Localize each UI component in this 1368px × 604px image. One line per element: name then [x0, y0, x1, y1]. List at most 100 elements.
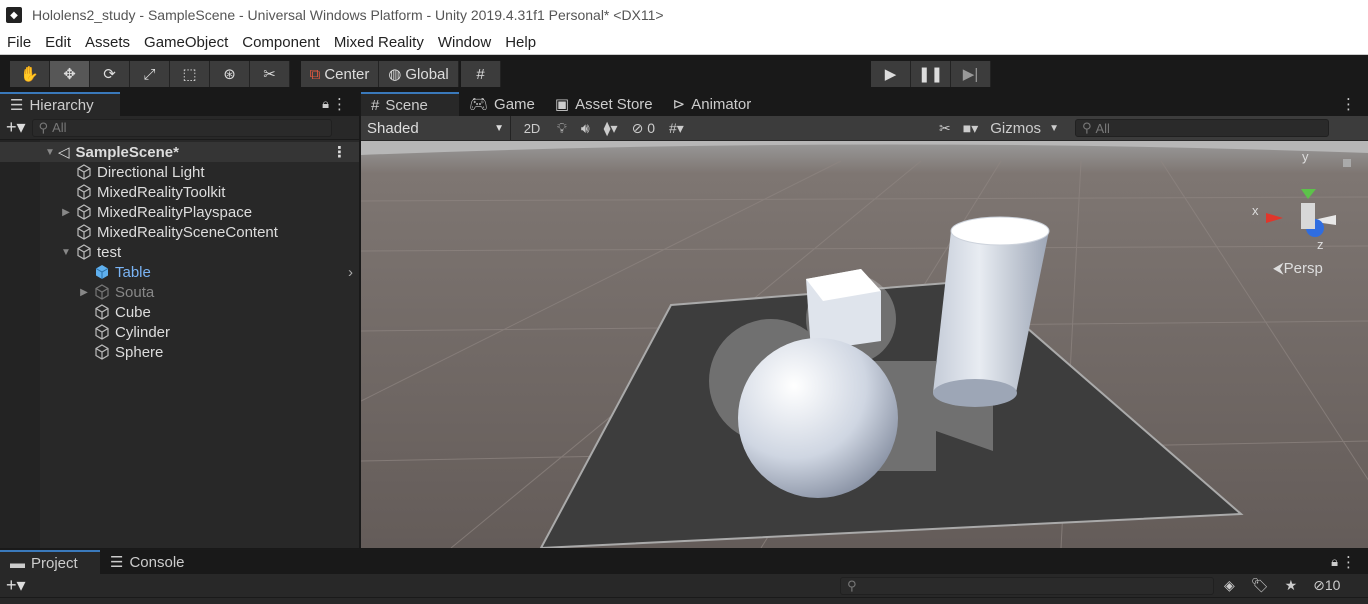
shading-mode-dropdown[interactable]: Shaded ▼	[361, 116, 511, 140]
scene-viewport[interactable]: y x z ⮜Persp	[361, 141, 1368, 548]
projection-persp-label[interactable]: ⮜Persp	[1273, 260, 1323, 277]
tree-item-cylinder[interactable]: Cylinder	[0, 322, 359, 342]
menu-assets[interactable]: Assets	[78, 34, 137, 51]
search-icon: ⚲	[1081, 120, 1092, 135]
gizmo-y-label: y	[1302, 149, 1309, 164]
kebab-menu-icon[interactable]: ⋮	[1341, 95, 1356, 113]
step-icon[interactable]: ▶|	[951, 61, 991, 87]
menu-window[interactable]: Window	[431, 34, 498, 51]
hand-tool-icon[interactable]: ✋	[10, 61, 50, 87]
grid-toggle-icon[interactable]: #▾	[669, 120, 684, 137]
move-tool-icon[interactable]: ✥	[50, 61, 90, 87]
collapsed-arrow-icon[interactable]: ▶	[60, 207, 72, 218]
grid-snap-icon[interactable]: #	[461, 61, 501, 87]
create-plus-icon[interactable]: +▾	[6, 117, 26, 138]
filter-label-icon[interactable]: 🏷︎	[1251, 577, 1269, 594]
tree-item-label: Souta	[115, 283, 155, 301]
tab-asset-store[interactable]: ▣ Asset Store	[545, 92, 663, 116]
tab-animator[interactable]: ⊳ Animator	[663, 92, 762, 116]
tree-item-directional-light[interactable]: Directional Light	[0, 162, 359, 182]
tab-console[interactable]: ☰ Console	[100, 550, 195, 574]
tree-item-table[interactable]: Table ›	[0, 262, 359, 282]
tree-item-sphere[interactable]: Sphere	[0, 342, 359, 362]
menu-help[interactable]: Help	[498, 34, 543, 51]
tab-project[interactable]: ▬ Project	[0, 550, 100, 574]
tab-scene[interactable]: # Scene	[361, 92, 459, 116]
2d-toggle-button[interactable]: 2D	[517, 118, 547, 138]
kebab-menu-icon[interactable]: ⋮	[1341, 553, 1356, 571]
rect-tool-icon[interactable]: ⬚	[170, 61, 210, 87]
menu-gameobject[interactable]: GameObject	[137, 34, 235, 51]
project-panel: ▬ Project ☰ Console 🔒︎ ⋮ +▾ ⚲ ◈ 🏷︎ ★ ⊘10	[0, 549, 1368, 604]
menu-mixed-reality[interactable]: Mixed Reality	[327, 34, 431, 51]
scene-name: SampleScene*	[75, 143, 179, 161]
project-search-input[interactable]: ⚲	[840, 576, 1214, 595]
globe-icon: ◍	[388, 66, 402, 83]
effects-toggle-icon[interactable]: ⧫▾	[604, 120, 618, 137]
custom-tool-icon[interactable]: ✂	[250, 61, 290, 87]
expand-arrow-icon[interactable]: ▼	[44, 147, 56, 158]
rotate-tool-icon[interactable]: ⟳	[90, 61, 130, 87]
tools-icon[interactable]: ✂	[939, 120, 951, 137]
scene-tabbar: # Scene 🎮︎ Game ▣ Asset Store ⊳ Animator…	[361, 92, 1368, 116]
lighting-toggle-icon[interactable]: 💡︎	[557, 120, 567, 137]
tab-console-label: Console	[129, 553, 185, 571]
tree-item-label: Directional Light	[97, 163, 205, 181]
play-icon[interactable]: ▶	[871, 61, 911, 87]
tab-hierarchy[interactable]: ☰ Hierarchy	[0, 92, 120, 116]
pivot-center-button[interactable]: ⧉ Center	[301, 61, 379, 87]
scene-menu-icon[interactable]: ⋮	[332, 143, 347, 161]
gizmo-lock-icon[interactable]	[1343, 159, 1351, 167]
scale-tool-icon[interactable]: ⤢	[130, 61, 170, 87]
gizmos-dropdown[interactable]: Gizmos ▼	[990, 120, 1059, 137]
project-search-row: +▾ ⚲ ◈ 🏷︎ ★ ⊘10	[0, 574, 1368, 598]
tree-item-cube[interactable]: Cube	[0, 302, 359, 322]
gameobject-cube-icon	[77, 244, 91, 260]
gameobject-cube-icon	[95, 324, 109, 340]
hierarchy-search-row: +▾ ⚲ All	[0, 116, 359, 140]
pause-icon[interactable]: ❚❚	[911, 61, 951, 87]
tree-item-mixedrealityscenecontent[interactable]: MixedRealitySceneContent	[0, 222, 359, 242]
gamepad-icon: 🎮︎	[469, 96, 489, 113]
kebab-menu-icon[interactable]: ⋮	[332, 95, 347, 113]
scene-row[interactable]: ▼ ◁ SampleScene* ⋮	[0, 142, 359, 162]
space-global-button[interactable]: ◍ Global	[379, 61, 459, 87]
hidden-objects-icon[interactable]: ⊘ 0	[632, 120, 655, 137]
transform-tools: ✋ ✥ ⟳ ⤢ ⬚ ⊛ ✂	[10, 61, 290, 87]
tree-item-mixedrealitytoolkit[interactable]: MixedRealityToolkit	[0, 182, 359, 202]
project-tabbar: ▬ Project ☰ Console 🔒︎ ⋮	[0, 550, 1368, 574]
menu-edit[interactable]: Edit	[38, 34, 78, 51]
grid-icon: #	[371, 96, 380, 114]
camera-icon[interactable]: ■▾	[963, 120, 978, 137]
console-icon: ☰	[110, 554, 124, 571]
create-plus-icon[interactable]: +▾	[6, 575, 26, 596]
persp-text: Persp	[1284, 260, 1323, 277]
tree-item-mixedrealityplayspace[interactable]: ▶ MixedRealityPlayspace	[0, 202, 359, 222]
window-title: Hololens2_study - SampleScene - Universa…	[32, 7, 664, 23]
hidden-count: 0	[647, 119, 656, 136]
tab-asset-store-label: Asset Store	[575, 95, 653, 113]
tree-item-label: MixedRealityPlayspace	[97, 203, 253, 221]
menu-component[interactable]: Component	[235, 34, 327, 51]
tab-game[interactable]: 🎮︎ Game	[459, 92, 545, 116]
hierarchy-search-input[interactable]: ⚲ All	[31, 118, 332, 137]
tree-item-souta[interactable]: ▶ Souta	[0, 282, 359, 302]
scene-search-input[interactable]: ⚲ All	[1074, 119, 1329, 137]
lock-icon[interactable]: 🔒︎	[1331, 554, 1338, 570]
prefab-open-arrow-icon[interactable]: ›	[348, 264, 353, 281]
favorite-star-icon[interactable]: ★	[1285, 577, 1298, 594]
hidden-packages-icon[interactable]: ⊘10	[1313, 577, 1340, 594]
collapsed-arrow-icon[interactable]: ▶	[78, 287, 90, 298]
transform-tool-icon[interactable]: ⊛	[210, 61, 250, 87]
gizmo-x-label: x	[1252, 203, 1259, 218]
tree-item-test[interactable]: ▼ test	[0, 242, 359, 262]
gameobject-cube-icon	[77, 184, 91, 200]
pivot-icon: ⧉	[309, 65, 321, 83]
lock-icon[interactable]: 🔒︎	[322, 96, 329, 112]
gameobject-cube-icon	[95, 344, 109, 360]
filter-type-icon[interactable]: ◈	[1224, 577, 1235, 594]
expand-arrow-icon[interactable]: ▼	[60, 247, 72, 258]
menu-file[interactable]: File	[0, 34, 38, 51]
audio-toggle-icon[interactable]: 🔊︎	[581, 120, 590, 137]
unity-logo-icon: ◆	[6, 7, 22, 23]
